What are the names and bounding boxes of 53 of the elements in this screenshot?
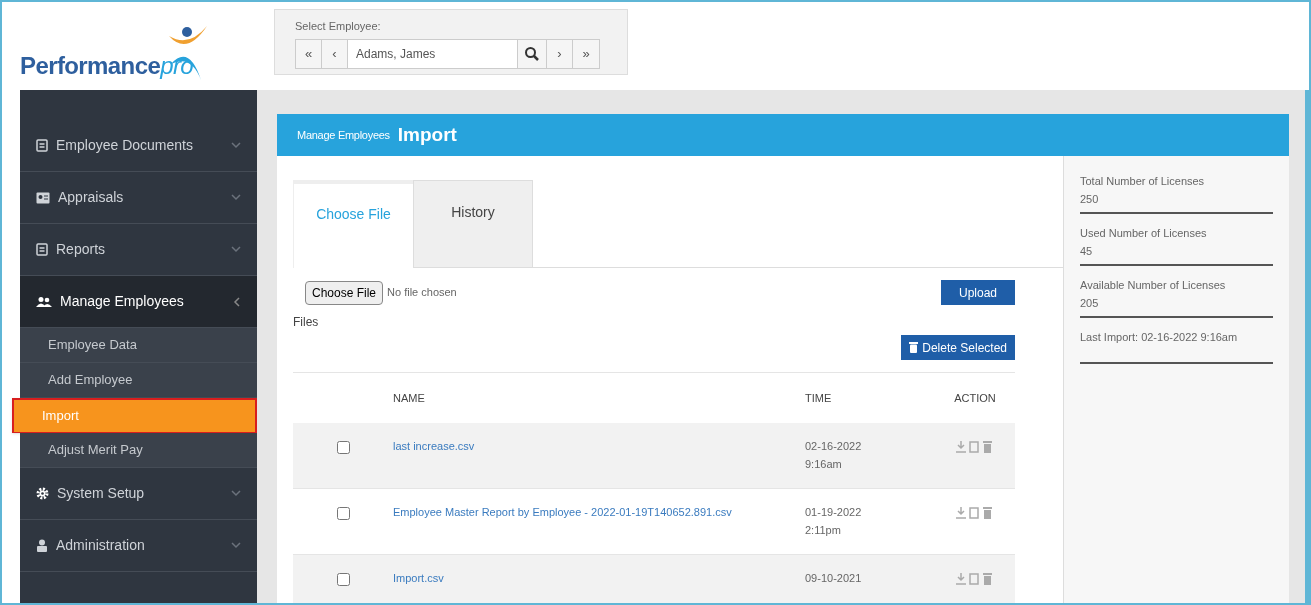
license-label: Available Number of Licenses <box>1080 278 1227 293</box>
sidebar-subitem[interactable]: Adjust Merit Pay <box>20 433 257 468</box>
trash-icon <box>909 342 919 353</box>
sidebar-label: Appraisals <box>58 188 125 207</box>
users-icon <box>36 295 52 308</box>
license-value: 205 <box>1080 296 1100 311</box>
file-link[interactable]: last increase.csv <box>393 437 805 455</box>
column-header: TIME <box>805 390 833 406</box>
license-label: Used Number of Licenses <box>1080 226 1208 241</box>
section-heading: Files <box>293 314 320 331</box>
sidebar-subitem[interactable]: Add Employee <box>20 363 257 398</box>
file-status: No file chosen <box>387 285 458 301</box>
sidebar-label: Reports <box>56 240 107 259</box>
tab[interactable]: History <box>413 180 533 268</box>
document-icon <box>36 139 48 152</box>
chevron-down-icon <box>231 246 241 253</box>
settings-icon <box>36 487 49 500</box>
file-link[interactable]: Import.csv <box>393 569 805 587</box>
column-header: NAME <box>393 390 426 406</box>
row-checkbox[interactable] <box>336 441 350 454</box>
field-label: Select Employee: <box>295 19 382 34</box>
row-actions-icon <box>956 573 994 585</box>
chevron-left-icon <box>233 296 241 307</box>
chevron-down-icon <box>231 490 241 497</box>
row-actions-icon <box>956 441 994 453</box>
table-cell-text: 09-10-2021 <box>805 571 863 586</box>
row-checkbox[interactable] <box>336 507 350 520</box>
sidebar-label: Manage Employees <box>60 292 185 311</box>
table-cell-text: 02-16-2022 9:16am <box>805 439 863 472</box>
chevron-down-icon <box>231 194 241 201</box>
license-label: Total Number of Licenses <box>1080 174 1206 189</box>
sidebar-label: System Setup <box>57 484 146 503</box>
chevron-down-icon <box>231 542 241 549</box>
row-actions-icon <box>956 507 994 519</box>
file-link[interactable]: Employee Master Report by Employee - 2022-01-19T140652.891.csv <box>393 503 805 521</box>
upload-button[interactable]: Upload <box>941 280 1015 305</box>
delete-selected-button[interactable]: Delete Selected <box>901 335 1015 360</box>
document-icon <box>36 243 48 256</box>
panel-title: Import <box>397 122 457 147</box>
sidebar-label: Administration <box>56 536 146 555</box>
chevron-down-icon <box>231 142 241 149</box>
sidebar-item[interactable]: Manage Employees <box>20 276 257 328</box>
table-cell-text: 01-19-2022 2:11pm <box>805 505 863 538</box>
user-icon <box>36 539 48 552</box>
sidebar-subitem[interactable]: Employee Data <box>20 328 257 363</box>
license-value: 250 <box>1080 192 1100 207</box>
license-value: 45 <box>1080 244 1094 259</box>
license-label: Last Import: 02-16-2022 9:16am <box>1080 330 1239 345</box>
id-card-icon <box>36 191 50 204</box>
file-button[interactable]: Choose File <box>305 280 384 305</box>
row-checkbox[interactable] <box>336 573 350 586</box>
sidebar-label: Employee Documents <box>56 136 194 155</box>
column-header: ACTION <box>953 390 997 406</box>
